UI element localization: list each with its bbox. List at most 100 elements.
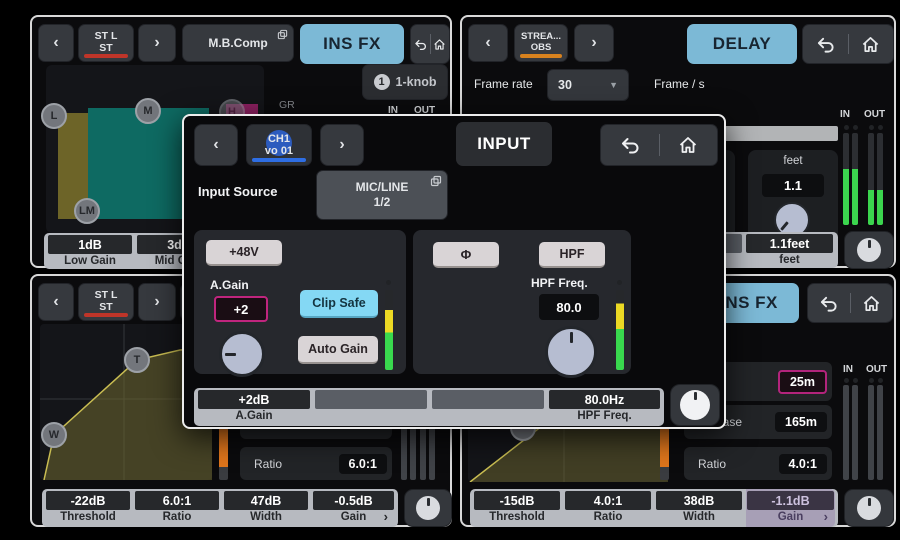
channel-select-button[interactable]: CH1 vo 01 — [246, 124, 312, 166]
knob-assign-button[interactable] — [404, 489, 452, 527]
clip-safe-button[interactable]: Clip Safe — [300, 290, 378, 318]
head-amp-section: +48V A.Gain +2 Clip Safe Auto Gain — [194, 230, 406, 374]
param-row-ratio[interactable]: Ratio 4.0:1 — [684, 447, 832, 480]
channel-select-button[interactable]: ST L ST — [78, 283, 134, 321]
home-icon[interactable] — [433, 38, 446, 51]
more-params-chevron[interactable]: › — [824, 509, 828, 524]
divider — [659, 134, 660, 156]
peak-dot — [617, 280, 622, 285]
home-icon[interactable] — [861, 35, 880, 54]
delay-unit-label: feet — [748, 155, 838, 167]
peak-dot — [869, 125, 874, 130]
row-label: Ratio — [254, 457, 282, 471]
in-meter — [852, 133, 858, 225]
in-label: IN — [843, 364, 853, 375]
peak-dot — [386, 280, 391, 285]
knob-assign-button[interactable] — [844, 489, 894, 527]
param-value: 47dB — [224, 491, 308, 510]
channel-select-button[interactable]: ST L ST — [78, 24, 134, 62]
param-cell-width[interactable]: 47dB Width — [223, 489, 309, 527]
next-channel-button[interactable]: › — [574, 24, 614, 62]
knob-icon — [857, 238, 881, 262]
back-icon[interactable] — [816, 35, 835, 54]
band-handle-lm[interactable]: LM — [74, 198, 100, 224]
in-meter — [852, 385, 858, 480]
delay-value[interactable]: 1.1 — [762, 174, 824, 197]
next-channel-button[interactable]: › — [138, 24, 176, 62]
phantom-48v-button[interactable]: +48V — [206, 240, 282, 266]
param-value: -0.5dB — [313, 491, 394, 510]
more-params-chevron[interactable]: › — [384, 509, 388, 524]
param-cell-empty[interactable] — [431, 388, 545, 426]
param-cell-empty[interactable] — [314, 388, 428, 426]
knob-tick — [570, 332, 573, 343]
phase-button[interactable]: Φ — [433, 242, 499, 268]
prev-channel-button[interactable]: ‹ — [468, 24, 508, 62]
out-meter — [868, 385, 874, 480]
channel-select-button[interactable]: STREA... OBS — [514, 24, 568, 62]
one-knob-button[interactable]: 1 1-knob — [362, 64, 448, 100]
nav-group — [807, 283, 893, 323]
next-channel-button[interactable]: › — [320, 124, 364, 166]
param-cell-width[interactable]: 38dB Width — [655, 489, 743, 527]
channel-name-line1: CH1 — [268, 133, 290, 145]
peak-dot — [853, 125, 858, 130]
input-level-meter — [385, 290, 393, 370]
out-label: OUT — [864, 109, 885, 120]
param-cell-threshold[interactable]: -15dB Threshold — [473, 489, 561, 527]
knob-icon — [416, 496, 440, 520]
param-cell-again[interactable]: +2dB A.Gain — [197, 388, 311, 426]
hpf-freq-knob[interactable] — [545, 326, 597, 378]
home-icon[interactable] — [862, 294, 881, 313]
param-cell-threshold[interactable]: -22dB Threshold — [45, 489, 131, 527]
param-cell[interactable]: 1.1feet feet — [745, 232, 834, 268]
param-cell-ratio[interactable]: 6.0:1 Ratio — [134, 489, 220, 527]
channel-name-line2: vo 01 — [265, 145, 293, 157]
param-cell-gain[interactable]: -0.5dB Gain › — [312, 489, 395, 527]
width-handle[interactable]: W — [41, 422, 67, 448]
again-value[interactable]: +2 — [214, 296, 268, 322]
param-value: 80.0Hz — [549, 390, 660, 409]
peak-dot — [878, 125, 883, 130]
param-value: 1.1feet — [746, 234, 833, 253]
param-row[interactable]: Ratio 6.0:1 — [240, 447, 392, 480]
input-source-button[interactable]: MIC/LINE 1/2 — [316, 170, 448, 220]
out-meter — [877, 385, 883, 480]
frame-rate-dropdown[interactable]: 30 ▼ — [547, 69, 629, 101]
knob-icon — [857, 496, 881, 520]
hpf-freq-value[interactable]: 80.0 — [539, 294, 599, 320]
back-icon[interactable] — [620, 135, 640, 155]
knob-assign-button[interactable] — [670, 384, 720, 426]
prev-channel-button[interactable]: ‹ — [38, 24, 74, 62]
prev-channel-button[interactable]: ‹ — [194, 124, 238, 166]
back-icon[interactable] — [819, 294, 838, 313]
again-knob[interactable] — [219, 331, 265, 377]
param-value: -15dB — [474, 491, 560, 510]
hpf-button[interactable]: HPF — [539, 242, 605, 268]
param-cell-gain-selected[interactable]: -1.1dB Gain › — [746, 489, 835, 527]
row-label: Ratio — [698, 457, 726, 471]
auto-gain-button[interactable]: Auto Gain — [298, 336, 378, 364]
knob-tick — [780, 221, 789, 231]
prev-channel-button[interactable]: ‹ — [38, 283, 74, 321]
frame-rate-label: Frame rate — [474, 77, 533, 91]
fx-name-button[interactable]: M.B.Comp — [182, 24, 294, 62]
band-handle-m[interactable]: M — [135, 98, 161, 124]
next-channel-button[interactable]: › — [138, 283, 176, 321]
param-cell-hpf-freq[interactable]: 80.0Hz HPF Freq. — [548, 388, 661, 426]
back-icon[interactable] — [414, 38, 427, 51]
band-handle-l[interactable]: L — [41, 103, 67, 129]
param-label: feet — [745, 254, 834, 266]
copy-icon — [430, 175, 442, 187]
row-value: 165m — [775, 412, 827, 432]
param-value: -22dB — [46, 491, 130, 510]
param-cell[interactable]: 1dB Low Gain — [47, 233, 133, 269]
out-label: OUT — [866, 364, 887, 375]
home-icon[interactable] — [678, 135, 698, 155]
knob-tick — [225, 353, 236, 356]
hpf-section: Φ HPF HPF Freq. 80.0 — [413, 230, 631, 374]
param-cell-ratio[interactable]: 4.0:1 Ratio — [564, 489, 652, 527]
in-label: IN — [840, 109, 850, 120]
knob-assign-button[interactable] — [844, 231, 894, 269]
threshold-handle[interactable]: T — [124, 347, 150, 373]
